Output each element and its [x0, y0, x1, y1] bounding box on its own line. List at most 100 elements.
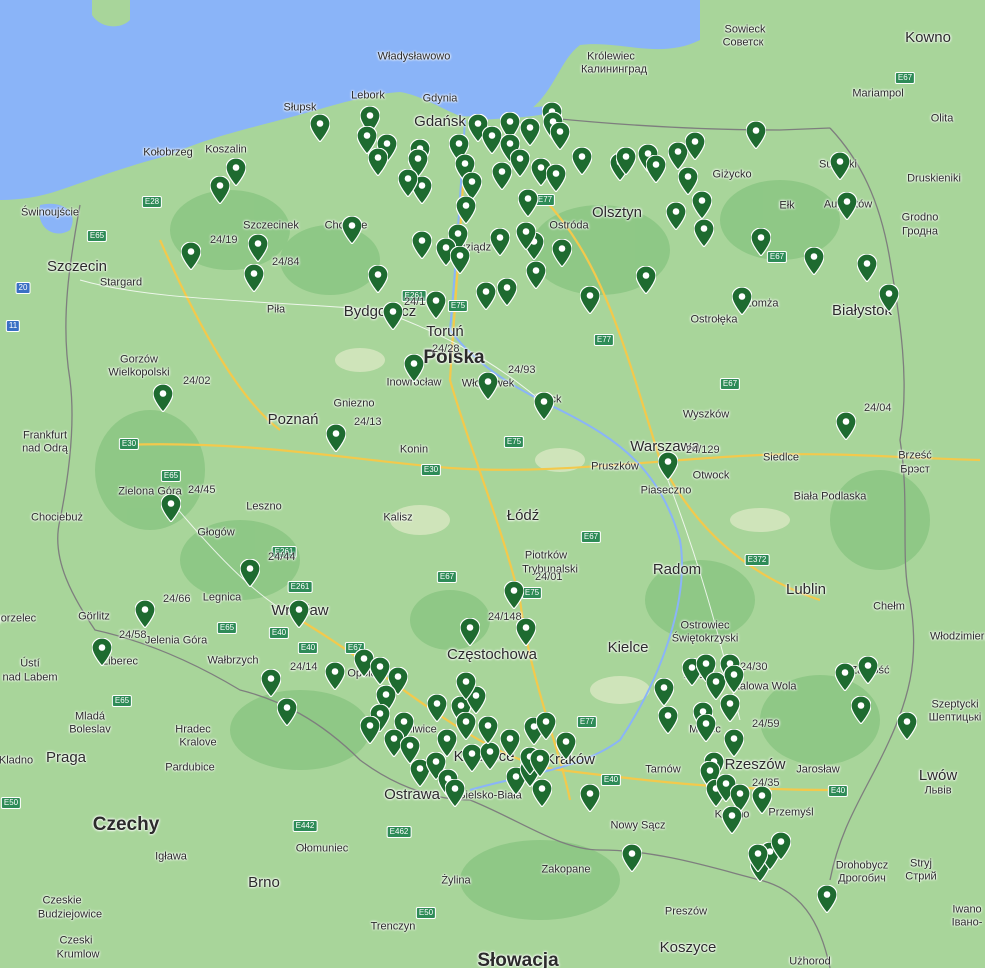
map-marker-icon[interactable]: [658, 452, 678, 480]
map-marker-icon[interactable]: [666, 202, 686, 230]
map-marker-icon[interactable]: [404, 354, 424, 382]
map-marker-icon[interactable]: [516, 618, 536, 646]
map-marker-icon[interactable]: [654, 678, 674, 706]
map-marker-icon[interactable]: [536, 712, 556, 740]
map-marker-icon[interactable]: [277, 698, 297, 726]
map-marker-icon[interactable]: [181, 242, 201, 270]
map-marker-icon[interactable]: [360, 716, 380, 744]
map-marker-icon[interactable]: [398, 169, 418, 197]
map-marker-icon[interactable]: [752, 786, 772, 814]
map-marker-icon[interactable]: [510, 149, 530, 177]
map-marker-icon[interactable]: [636, 266, 656, 294]
map-marker-icon[interactable]: [240, 559, 260, 587]
map-marker-icon[interactable]: [732, 287, 752, 315]
map-marker-icon[interactable]: [478, 716, 498, 744]
map-marker-icon[interactable]: [289, 600, 309, 628]
map-marker-icon[interactable]: [437, 729, 457, 757]
map-marker-icon[interactable]: [622, 844, 642, 872]
map-marker-icon[interactable]: [836, 412, 856, 440]
map-marker-icon[interactable]: [450, 246, 470, 274]
map-marker-icon[interactable]: [646, 155, 666, 183]
map-marker-icon[interactable]: [368, 148, 388, 176]
map-marker-icon[interactable]: [550, 122, 570, 150]
map-marker-icon[interactable]: [497, 278, 517, 306]
map-marker-icon[interactable]: [520, 118, 540, 146]
map-marker-icon[interactable]: [572, 147, 592, 175]
map-marker-icon[interactable]: [326, 424, 346, 452]
map-marker-icon[interactable]: [500, 729, 520, 757]
map-marker-icon[interactable]: [830, 152, 850, 180]
map-view[interactable]: Polska Czechy Słowacja Gdynia Gdańsk Władysła…: [0, 0, 985, 968]
map-marker-icon[interactable]: [310, 114, 330, 142]
map-marker-icon[interactable]: [534, 392, 554, 420]
map-marker-icon[interactable]: [480, 742, 500, 770]
map-marker-icon[interactable]: [858, 656, 878, 684]
map-marker-icon[interactable]: [746, 121, 766, 149]
map-marker-icon[interactable]: [552, 239, 572, 267]
map-marker-icon[interactable]: [685, 132, 705, 160]
map-marker-icon[interactable]: [161, 494, 181, 522]
map-marker-icon[interactable]: [248, 234, 268, 262]
map-marker-icon[interactable]: [460, 618, 480, 646]
map-marker-icon[interactable]: [518, 189, 538, 217]
map-marker-icon[interactable]: [445, 779, 465, 807]
map-marker-icon[interactable]: [851, 696, 871, 724]
map-marker-icon[interactable]: [516, 222, 536, 250]
road-shield-icon: E40: [268, 627, 290, 639]
map-marker-icon[interactable]: [837, 192, 857, 220]
map-marker-icon[interactable]: [244, 264, 264, 292]
map-marker-icon[interactable]: [325, 662, 345, 690]
city-label: Piotrków: [524, 549, 568, 562]
map-marker-icon[interactable]: [694, 219, 714, 247]
map-marker-icon[interactable]: [412, 231, 432, 259]
map-marker-icon[interactable]: [556, 732, 576, 760]
map-marker-icon[interactable]: [368, 265, 388, 293]
map-marker-icon[interactable]: [504, 581, 524, 609]
map-marker-icon[interactable]: [456, 712, 476, 740]
map-marker-icon[interactable]: [456, 672, 476, 700]
map-marker-icon[interactable]: [92, 638, 112, 666]
map-marker-icon[interactable]: [692, 191, 712, 219]
map-marker-icon[interactable]: [476, 282, 496, 310]
map-marker-icon[interactable]: [383, 302, 403, 330]
map-marker-icon[interactable]: [546, 164, 566, 192]
map-marker-icon[interactable]: [897, 712, 917, 740]
map-marker-icon[interactable]: [482, 126, 502, 154]
map-marker-icon[interactable]: [532, 779, 552, 807]
map-marker-icon[interactable]: [530, 749, 550, 777]
map-marker-icon[interactable]: [456, 196, 476, 224]
map-marker-icon[interactable]: [771, 832, 791, 860]
map-marker-icon[interactable]: [748, 844, 768, 872]
map-marker-icon[interactable]: [490, 228, 510, 256]
map-marker-icon[interactable]: [696, 714, 716, 742]
map-marker-icon[interactable]: [751, 228, 771, 256]
map-marker-icon[interactable]: [658, 706, 678, 734]
map-marker-icon[interactable]: [722, 806, 742, 834]
map-marker-icon[interactable]: [135, 600, 155, 628]
map-marker-icon[interactable]: [210, 176, 230, 204]
map-marker-icon[interactable]: [526, 261, 546, 289]
map-marker-icon[interactable]: [857, 254, 877, 282]
map-marker-icon[interactable]: [370, 657, 390, 685]
map-marker-icon[interactable]: [879, 284, 899, 312]
map-marker-icon[interactable]: [724, 729, 744, 757]
map-marker-icon[interactable]: [580, 286, 600, 314]
map-marker-icon[interactable]: [153, 384, 173, 412]
map-marker-icon[interactable]: [342, 216, 362, 244]
map-marker-icon[interactable]: [492, 162, 512, 190]
map-marker-icon[interactable]: [478, 372, 498, 400]
city-label: Wyszków: [682, 408, 730, 421]
map-marker-icon[interactable]: [817, 885, 837, 913]
map-marker-icon[interactable]: [835, 663, 855, 691]
map-marker-icon[interactable]: [426, 291, 446, 319]
city-label: Boleslav: [69, 723, 111, 736]
map-marker-icon[interactable]: [427, 694, 447, 722]
map-marker-icon[interactable]: [462, 744, 482, 772]
map-marker-icon[interactable]: [580, 784, 600, 812]
marker-code-label: 24/01: [535, 571, 563, 583]
map-marker-icon[interactable]: [724, 665, 744, 693]
map-marker-icon[interactable]: [261, 669, 281, 697]
map-marker-icon[interactable]: [616, 147, 636, 175]
map-marker-icon[interactable]: [720, 694, 740, 722]
map-marker-icon[interactable]: [804, 247, 824, 275]
